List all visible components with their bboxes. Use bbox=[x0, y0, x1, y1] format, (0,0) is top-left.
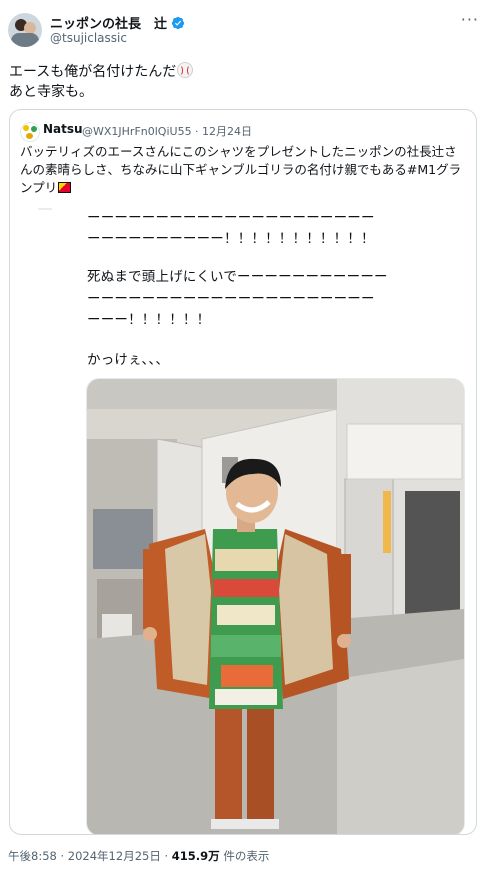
m1-hashtag-emoji-icon bbox=[58, 182, 72, 193]
view-count: 415.9万 bbox=[171, 849, 220, 863]
quote-author-name: Natsu bbox=[43, 122, 83, 136]
verified-badge-icon bbox=[171, 16, 185, 29]
quote-author-avatar bbox=[20, 122, 40, 142]
author-display-name[interactable]: ニッポンの社長 辻 bbox=[50, 13, 167, 32]
attached-photo[interactable] bbox=[86, 378, 465, 834]
note-line-1: ーーーーーーーーーーーーーーーーーーーーー bbox=[87, 210, 375, 226]
quoted-tweet-card[interactable]: Natsu @WX1JHrFn0lQiU55 · 12月24日 バッテリィズのエ… bbox=[9, 109, 477, 835]
note-line-3: 死ぬまで頭上げにくいでーーーーーーーーーーー bbox=[87, 269, 388, 285]
photo-scene bbox=[87, 379, 464, 834]
tweet-timestamp[interactable]: 午後8:58 · 2024年12月25日 · bbox=[8, 849, 172, 863]
note-line-4: ーーーーーーーーーーーーーーーーーーーーー bbox=[87, 291, 375, 307]
tweet-line-2: あと寺家も。 bbox=[9, 84, 93, 100]
author-name-row[interactable]: ニッポンの社長 辻 bbox=[50, 13, 185, 32]
note-line-5: ーーー！！！！！！ bbox=[87, 312, 211, 328]
author-handle[interactable]: @tsujiclassic bbox=[50, 31, 127, 45]
reply-line-icon bbox=[38, 208, 52, 210]
note-line-2: ーーーーーーーーーー！！！！！！！！！！！ bbox=[87, 231, 375, 247]
author-avatar[interactable] bbox=[8, 13, 42, 47]
baseball-emoji-icon bbox=[177, 62, 194, 78]
quote-text: バッテリィズのエースさんにこのシャツをプレゼントしたニッポンの社長辻さんの素晴ら… bbox=[20, 143, 468, 197]
quote-author-meta: @WX1JHrFn0lQiU55 · 12月24日 bbox=[82, 125, 253, 138]
note-line-6: かっけぇ､､､ bbox=[87, 352, 163, 368]
tweet-text: エースも俺が名付けたんだ あと寺家も。 bbox=[9, 62, 194, 102]
more-options-icon[interactable]: ··· bbox=[461, 10, 479, 29]
view-count-suffix: 件の表示 bbox=[219, 849, 270, 863]
tweet-line-1: エースも俺が名付けたんだ bbox=[9, 64, 177, 80]
tweet-timestamp-views: 午後8:58 · 2024年12月25日 · 415.9万 件の表示 bbox=[8, 848, 269, 864]
quote-text-body: バッテリィズのエースさんにこのシャツをプレゼントしたニッポンの社長辻さんの素晴ら… bbox=[20, 144, 462, 195]
